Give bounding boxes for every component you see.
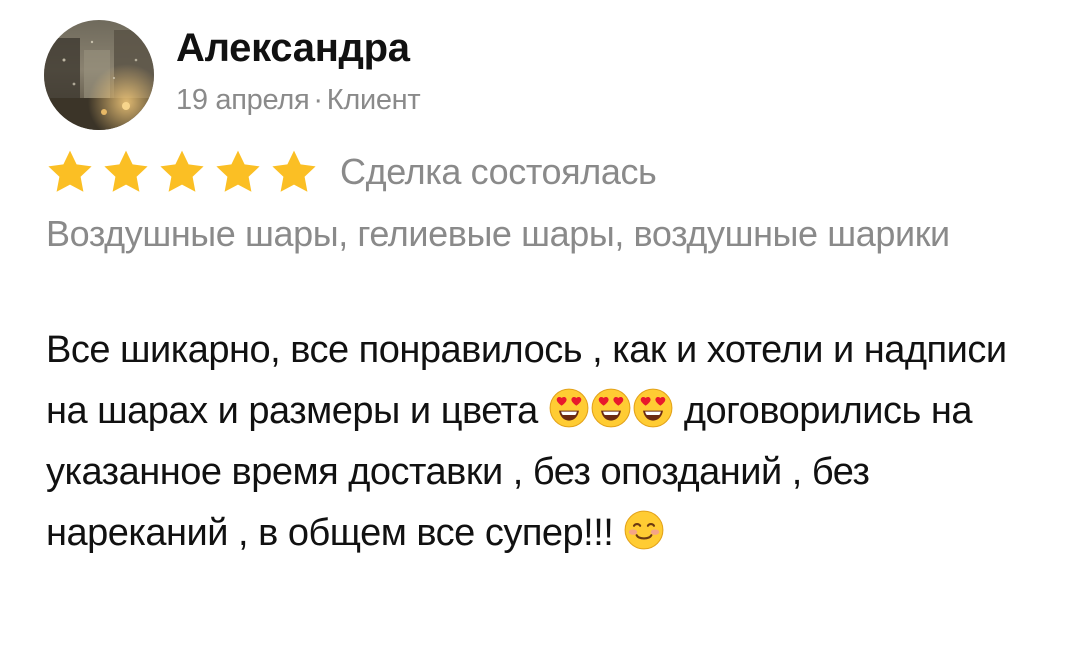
star-rating [46, 149, 318, 195]
review-meta: 19 апреля · Клиент [176, 84, 421, 117]
avatar[interactable] [44, 20, 154, 130]
review-date: 19 апреля [176, 84, 310, 116]
author-role: Клиент [326, 84, 421, 116]
review-card: Александра 19 апреля · Клиент Сделка состо… [0, 0, 1080, 654]
heart-eyes-emoji [633, 388, 673, 428]
heart-eyes-emoji [549, 388, 589, 428]
star-icon [48, 150, 92, 192]
star-icon [160, 150, 204, 192]
meta-separator: · [313, 84, 323, 116]
star-icon [272, 150, 316, 192]
heart-eyes-emoji [591, 388, 631, 428]
author-name[interactable]: Александра [176, 26, 410, 71]
star-icon [104, 150, 148, 192]
avatar-photo [44, 20, 154, 130]
review-services: Воздушные шары, гелиевые шары, воздушные… [46, 213, 950, 254]
star-icon [216, 150, 260, 192]
rating-row: Сделка состоялась [46, 149, 657, 195]
smiling-emoji [624, 510, 664, 550]
review-text: Все шикарно, все понравилось , как и хот… [46, 320, 1036, 564]
deal-status: Сделка состоялась [340, 151, 657, 192]
